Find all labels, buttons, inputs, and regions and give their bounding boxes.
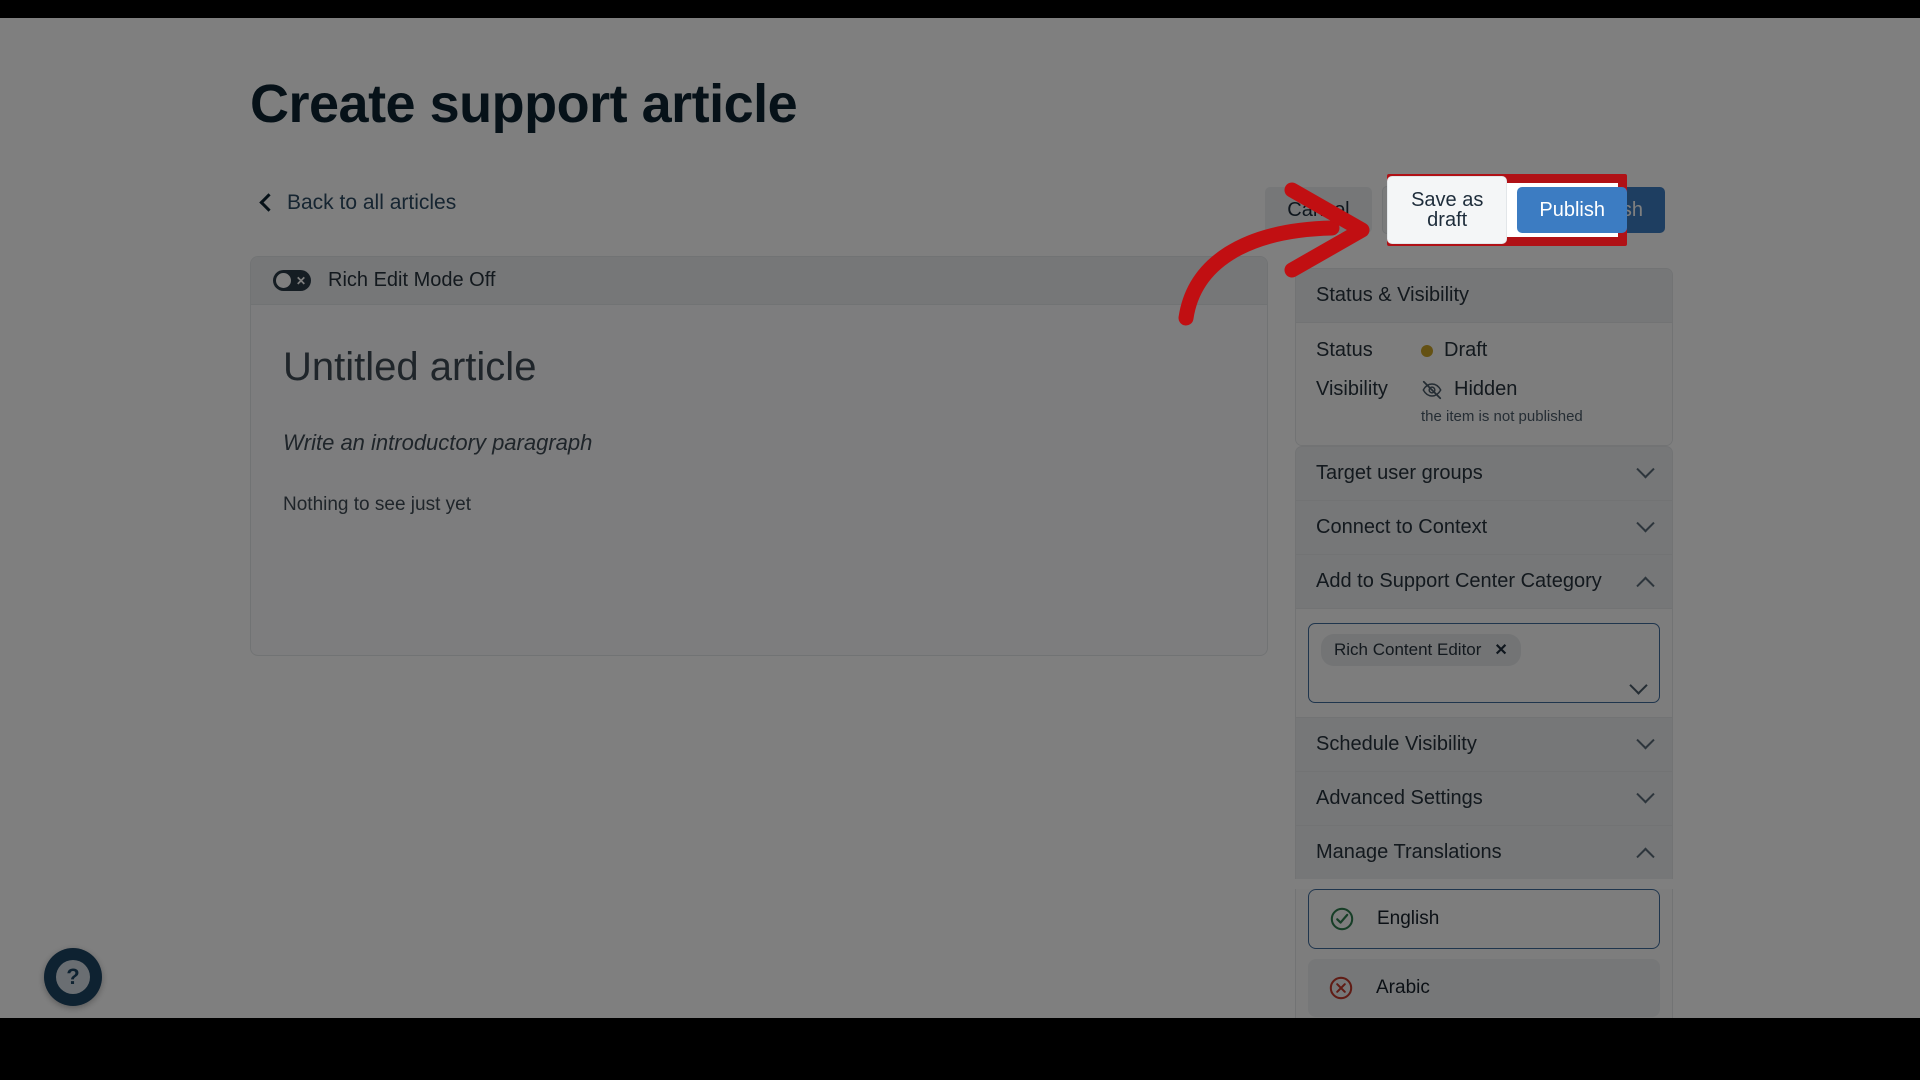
visibility-note: the item is not published [1421,408,1583,425]
visibility-row: Visibility Hidden [1316,378,1652,401]
article-title-input[interactable]: Untitled article [283,345,1235,390]
chevron-down-icon [1636,460,1655,479]
chevron-up-icon [1636,576,1655,595]
browser-viewport: Create support article Back to all artic… [0,18,1920,1018]
cancel-button[interactable]: Cancel [1265,187,1372,233]
article-body-input[interactable]: Nothing to see just yet [283,494,1235,516]
chevron-up-icon [1636,847,1655,866]
rich-edit-mode-label: Rich Edit Mode Off [328,269,496,291]
sidebar-section-target-user-groups[interactable]: Target user groups [1295,446,1673,500]
question-mark-icon: ? [56,960,90,994]
section-label: Advanced Settings [1316,787,1483,809]
letterbox-bottom-bar [0,1018,1920,1080]
status-visibility-panel: Status & Visibility Status Draft Visibil… [1295,268,1673,446]
section-label: Schedule Visibility [1316,733,1477,755]
support-center-category-select[interactable]: Rich Content Editor ✕ [1308,623,1660,703]
editor-content-area[interactable]: Untitled article Write an introductory p… [251,305,1267,516]
close-x-icon: ✕ [295,273,306,288]
list-item-label: Arabic [1376,977,1430,998]
list-item-label: English [1377,908,1440,929]
sidebar-section-advanced-settings[interactable]: Advanced Settings [1295,771,1673,825]
back-to-all-articles-link[interactable]: Back to all articles [259,191,457,215]
list-item[interactable]: Arabic [1308,959,1660,1017]
section-label: Add to Support Center Category [1316,570,1602,592]
toggle-knob-icon [276,273,291,288]
sidebar-section-schedule-visibility[interactable]: Schedule Visibility [1295,717,1673,771]
section-label: Connect to Context [1316,516,1488,538]
chevron-down-icon [1636,514,1655,533]
category-section-body: Rich Content Editor ✕ [1295,608,1673,717]
publish-button[interactable]: Publish [1555,187,1665,233]
save-as-draft-button[interactable]: Save as draft [1381,186,1546,234]
visibility-value: Hidden [1454,378,1518,400]
sidebar-section-manage-translations[interactable]: Manage Translations [1295,825,1673,879]
settings-sidebar: Status & Visibility Status Draft Visibil… [1295,268,1673,1018]
check-circle-icon [1330,907,1354,931]
status-dot-icon [1421,344,1433,357]
sidebar-section-connect-to-context[interactable]: Connect to Context [1295,500,1673,554]
visibility-label: Visibility [1316,378,1388,400]
editor-toolbar: ✕ Rich Edit Mode Off [251,257,1267,305]
list-item[interactable]: English [1308,889,1660,949]
help-button[interactable]: ? [44,948,102,1006]
section-label: Target user groups [1316,462,1483,484]
section-label: Manage Translations [1316,841,1502,863]
chip-remove-icon[interactable]: ✕ [1494,640,1507,660]
chevron-down-icon [1636,785,1655,804]
status-visibility-header[interactable]: Status & Visibility [1296,269,1672,323]
page-root: Create support article Back to all artic… [0,18,1920,1018]
chevron-left-icon [259,193,278,212]
rich-edit-mode-toggle[interactable]: ✕ [273,270,311,291]
toolbar-actions: Cancel Save as draft Publish [1265,186,1665,234]
status-visibility-title: Status & Visibility [1316,284,1470,306]
status-label: Status [1316,339,1373,361]
translations-list: English Arabic French [1295,889,1673,1018]
letterbox-top-bar [0,0,1920,18]
status-visibility-body: Status Draft Visibility Hidden the item … [1296,323,1672,445]
chevron-down-icon[interactable] [1629,676,1648,695]
article-intro-input[interactable]: Write an introductory paragraph [283,430,1235,456]
status-value-group: Draft [1421,339,1487,362]
page-title: Create support article [250,74,798,134]
visibility-value-group: Hidden [1421,378,1517,401]
category-chip-label: Rich Content Editor [1334,640,1482,659]
back-link-label: Back to all articles [287,191,457,214]
eye-off-icon [1422,380,1442,399]
chevron-down-icon [1636,731,1655,750]
category-chip[interactable]: Rich Content Editor ✕ [1321,634,1521,666]
status-row: Status Draft [1316,339,1652,362]
x-circle-icon [1329,976,1353,1000]
status-badge: Draft [1444,339,1488,361]
sidebar-section-add-to-support-center-category[interactable]: Add to Support Center Category [1295,554,1673,608]
article-editor-card: ✕ Rich Edit Mode Off Untitled article Wr… [250,256,1268,656]
